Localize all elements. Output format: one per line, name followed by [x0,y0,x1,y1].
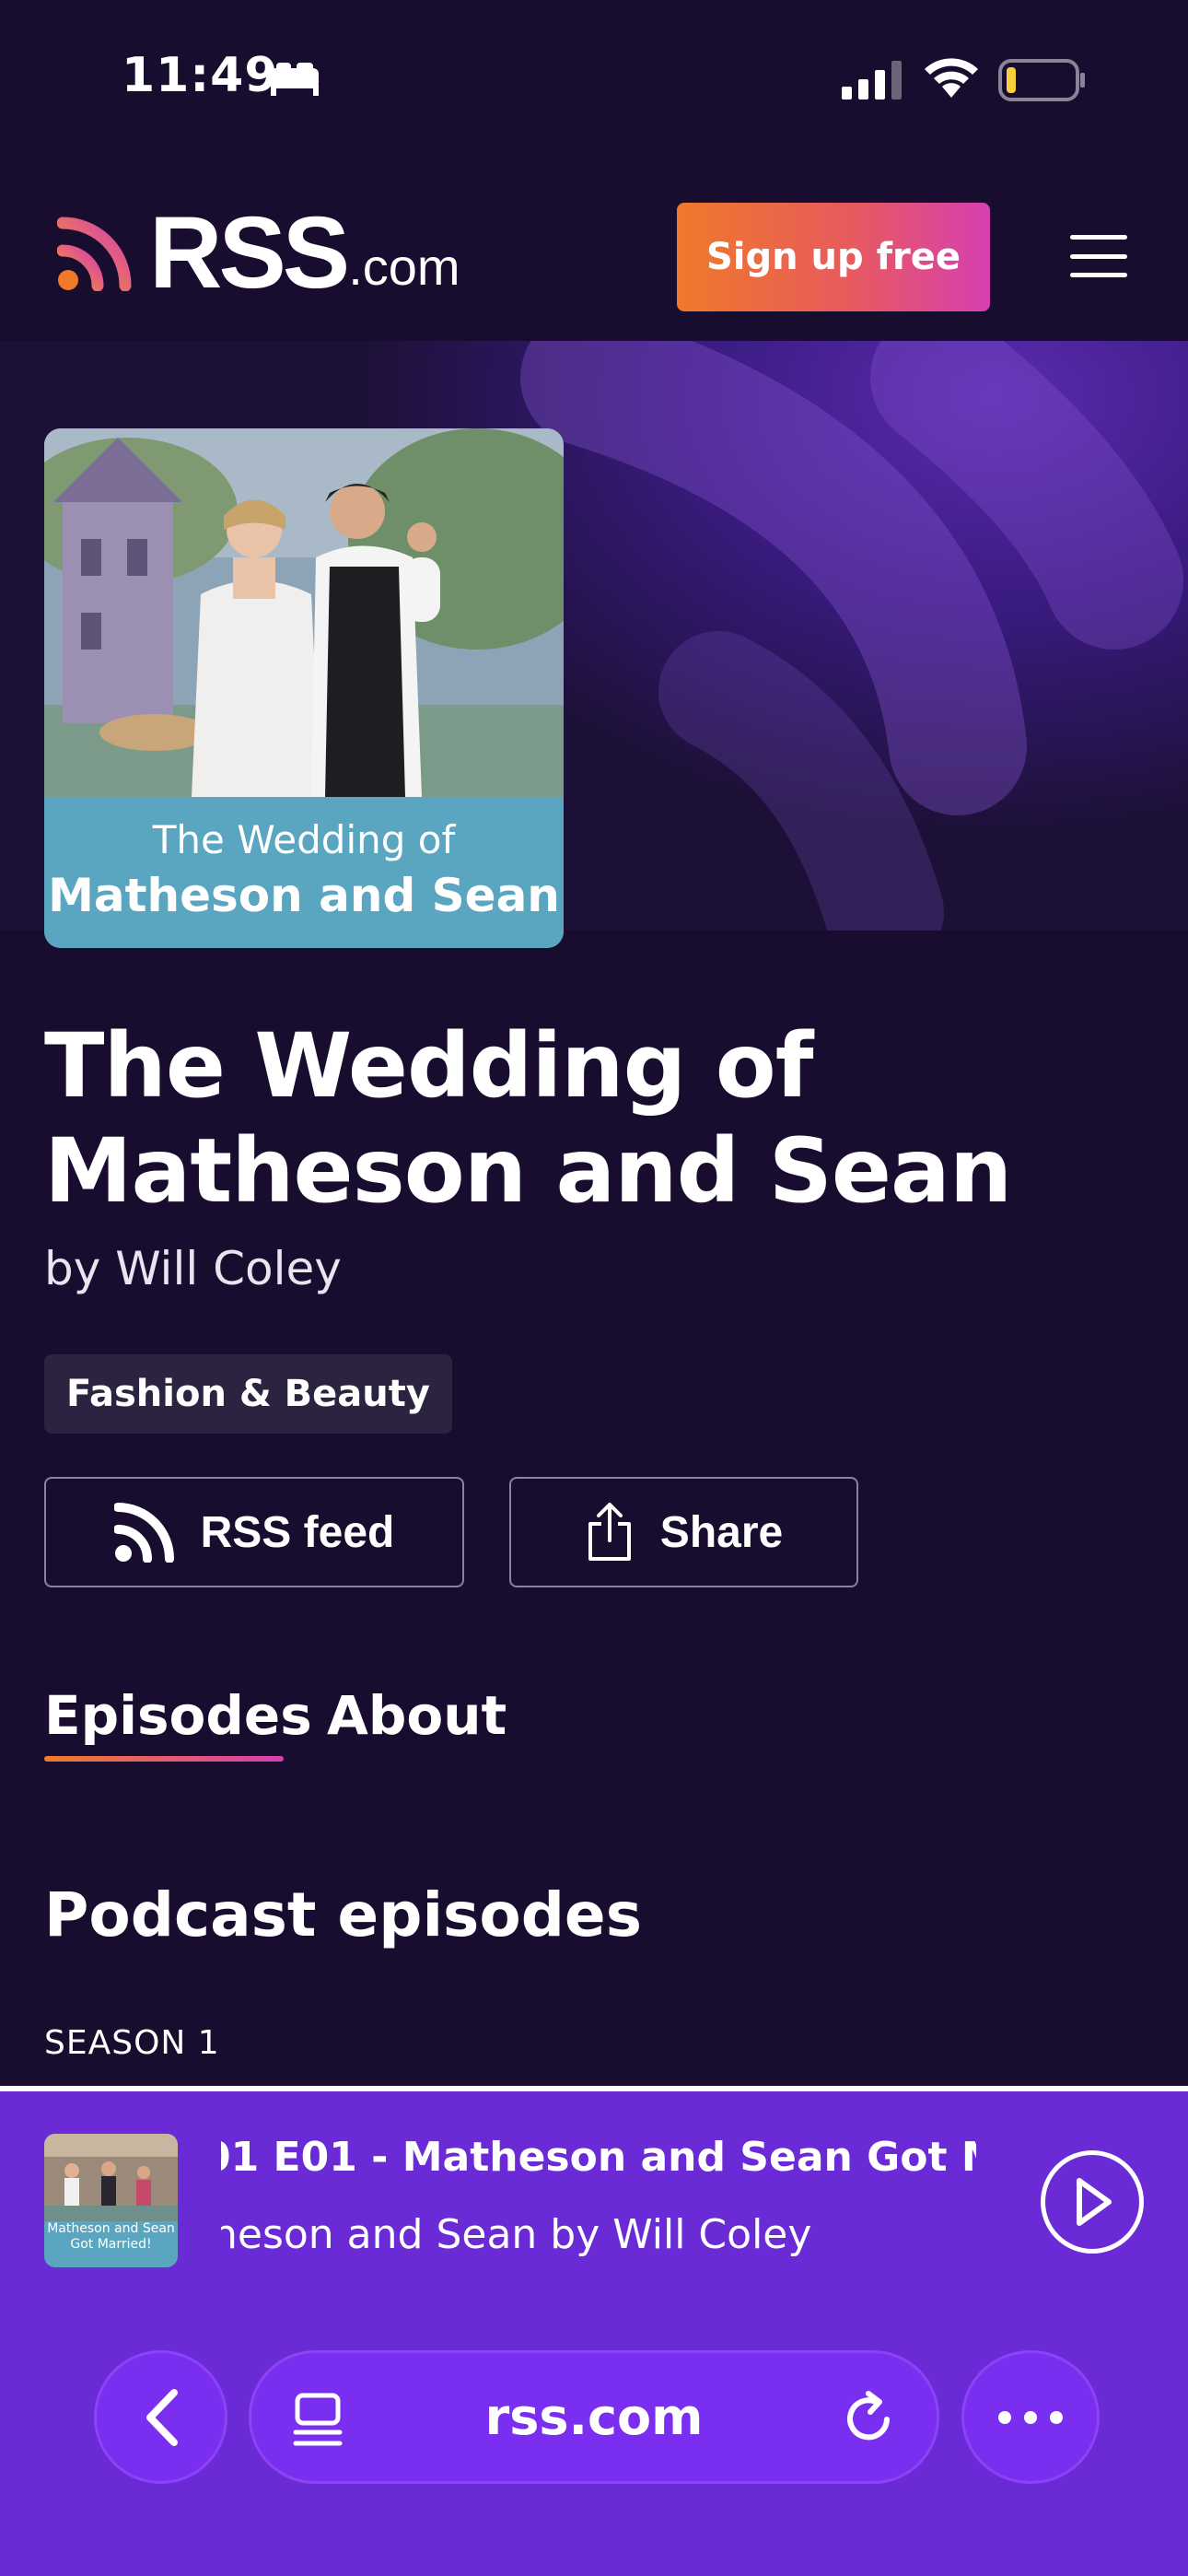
podcast-title-line2: Matheson and Sean [44,1119,1012,1223]
episode-thumbnail-photo [44,2134,178,2221]
tab-episodes[interactable]: Episodes [44,1684,312,1747]
section-title: Podcast episodes [44,1879,642,1950]
share-button[interactable]: Share [509,1477,858,1587]
player-progress-line [0,2086,1188,2091]
rss-feed-label: RSS feed [200,1507,395,1557]
rss-feed-icon [113,1503,174,1563]
status-bar: 11:49 [0,0,1188,161]
active-tab-indicator [44,1756,284,1762]
podcast-title: The Wedding of Matheson and Sean [44,1013,1131,1224]
rss-feed-button[interactable]: RSS feed [44,1477,464,1587]
podcast-author: by Will Coley [44,1242,342,1295]
browser-more-button[interactable] [961,2350,1100,2484]
logo-text: RSS [149,196,350,310]
cover-caption-line2: Matheson and Sean [48,869,560,922]
category-label: Fashion & Beauty [66,1373,430,1415]
rss-logo[interactable]: RSS .com [57,196,460,310]
reload-icon[interactable] [841,2390,900,2449]
signup-button[interactable]: Sign up free [677,203,990,311]
more-options-icon [998,2410,1063,2424]
cellular-signal-icon [842,61,902,100]
play-icon [1077,2178,1112,2226]
tab-about[interactable]: About [327,1684,507,1747]
share-icon [588,1503,631,1561]
episode-thumbnail: Matheson and Sean Got Married! [44,2134,178,2267]
episode-ticker: 01 E01 - Matheson and Sean Got Mar heson… [221,2134,976,2281]
podcast-title-line1: The Wedding of [44,1014,813,1118]
season-label: SEASON 1 [44,2024,220,2062]
site-header: RSS .com Sign up free [0,161,1188,341]
chevron-left-icon [146,2388,178,2446]
browser-back-button[interactable] [94,2350,227,2484]
address-bar[interactable]: rss.com [249,2350,939,2484]
player-episode-title: 01 E01 - Matheson and Sean Got Mar [221,2134,976,2181]
share-label: Share [659,1507,784,1557]
hamburger-menu-icon[interactable] [1070,235,1127,277]
cover-caption-line1: The Wedding of [152,817,456,862]
player-episode-subtitle: heson and Sean by Will Coley [221,2211,812,2258]
cover-photo [44,428,564,797]
sleep-bed-icon [271,63,319,96]
cover-caption: The Wedding of Matheson and Sean [44,797,564,948]
category-chip[interactable]: Fashion & Beauty [44,1354,452,1434]
rss-logo-icon [57,217,132,291]
wifi-icon [925,58,978,98]
play-button[interactable] [1041,2150,1144,2254]
battery-low-icon [998,59,1085,101]
thumb-caption: Matheson and Sean Got Married! [47,2221,175,2252]
logo-tld: .com [348,238,460,296]
status-time: 11:49 [122,48,279,103]
podcast-cover-art: The Wedding of Matheson and Sean [44,428,564,948]
url-text: rss.com [484,2388,704,2446]
mini-player[interactable]: Matheson and Sean Got Married! 01 E01 - … [0,2086,1188,2576]
